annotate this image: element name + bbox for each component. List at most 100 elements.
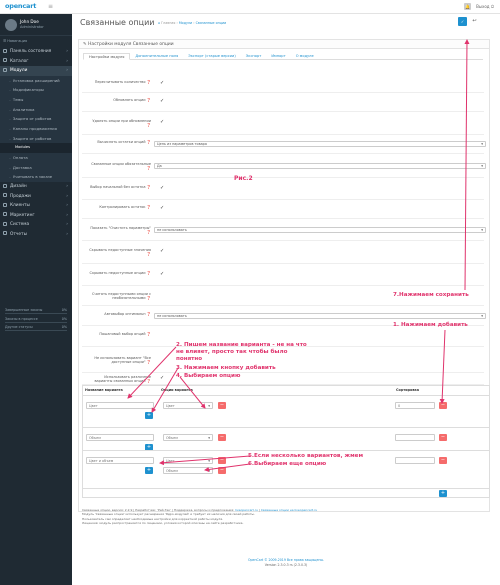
help-icon[interactable]: ❓	[147, 230, 151, 234]
setting-label: Пошаговый выбор опций ❓	[99, 332, 151, 336]
sidebar-item-6[interactable]: Аналитика	[0, 104, 72, 115]
setting-checkbox[interactable]: ✓	[160, 249, 164, 254]
remove-variant-button[interactable]: −	[439, 457, 447, 464]
sidebar-item-label: Учитывать в заказе	[12, 174, 53, 180]
sidebar-item-14[interactable]: Дизайн	[0, 182, 72, 192]
add-option-button[interactable]: +	[145, 467, 153, 474]
sidebar-item-15[interactable]: Продажи	[0, 192, 72, 202]
setting-select[interactable]: Цепь из параметров товара	[154, 141, 486, 147]
sidebar-item-4[interactable]: Модификаторы	[0, 85, 72, 95]
sort-order-input[interactable]	[395, 457, 435, 464]
setting-checkbox[interactable]: ✓	[160, 375, 164, 381]
help-icon[interactable]: ❓	[147, 332, 151, 336]
remove-option-button[interactable]: −	[218, 434, 226, 441]
help-icon[interactable]: ❓	[147, 252, 151, 256]
sort-order-input[interactable]	[395, 434, 435, 441]
help-icon[interactable]: ❓	[147, 98, 151, 102]
sidebar-item-19[interactable]: Отчеты	[0, 230, 72, 240]
help-icon[interactable]: ❓	[147, 185, 151, 189]
help-icon[interactable]: ❓	[147, 379, 151, 383]
sort-order-input[interactable]: 0	[395, 402, 435, 409]
variant-option-select[interactable]: Цвет	[163, 457, 213, 464]
variant-option-select-2[interactable]: Объем	[163, 467, 213, 474]
tab-5[interactable]: О модуле	[291, 53, 319, 59]
sidebar-item-7[interactable]: Защита от роботов	[0, 114, 72, 124]
opencart-logo[interactable]: opencart	[5, 2, 36, 10]
annotation-name: 2. Пишем название варианта - не на что	[176, 342, 307, 348]
remove-variant-button[interactable]: −	[439, 402, 447, 409]
remove-option-button[interactable]: −	[218, 457, 226, 464]
remove-option-button-2[interactable]: −	[218, 467, 226, 474]
breadcrumb-modules[interactable]: Модули	[179, 21, 192, 25]
setting-label: Не использовать вариант "Все доступные о…	[94, 355, 151, 364]
setting-checkbox[interactable]: ✓	[160, 120, 164, 125]
setting-checkbox[interactable]: ✓	[160, 206, 164, 211]
help-icon[interactable]: ❓	[147, 271, 151, 275]
sidebar-item-18[interactable]: Система	[0, 220, 72, 230]
setting-checkbox[interactable]: ✓	[160, 271, 164, 277]
sidebar-item-5[interactable]: Темы	[0, 94, 72, 105]
back-button[interactable]: ↩	[470, 17, 479, 26]
sidebar-item-17[interactable]: Маркетинг	[0, 211, 72, 221]
variant-name-input[interactable]: Объем	[86, 434, 154, 441]
help-icon[interactable]: ❓	[147, 312, 151, 316]
sidebar-item-0[interactable]: Панель состояния	[0, 47, 72, 57]
menu-toggle-icon[interactable]: ≡	[48, 3, 55, 10]
annotation-save: 7.Нажимаем сохранить	[393, 292, 469, 298]
setting-label: Контролировать остаток ❓	[99, 205, 151, 209]
help-icon[interactable]: ❓	[147, 80, 151, 84]
bell-icon[interactable]: 🔔	[464, 3, 472, 10]
figure-label: Рис.2	[234, 175, 253, 182]
sidebar-item-11[interactable]: Оплата	[0, 153, 72, 163]
sidebar-item-16[interactable]: Клиенты	[0, 201, 72, 211]
sidebar-item-3[interactable]: Установка расширений	[0, 75, 72, 86]
sidebar-item-12[interactable]: Доставка	[0, 162, 72, 173]
setting-select[interactable]: не использовать	[154, 226, 486, 233]
setting-row-8: Скрывать недоступные значения ❓ ✓	[82, 241, 484, 264]
user-profile[interactable]: John Doe Administrator	[0, 14, 72, 36]
sidebar-item-label: Каталог	[10, 58, 29, 64]
remove-option-button[interactable]: −	[218, 402, 226, 409]
sidebar-item-2[interactable]: Модули	[0, 66, 72, 76]
help-icon[interactable]: ❓	[147, 205, 151, 209]
setting-row-4: Связанные опции обязательные ❓ Да	[82, 154, 486, 178]
sidebar-item-9[interactable]: Защита от роботов	[0, 133, 72, 144]
sidebar-item-1[interactable]: Каталог	[0, 57, 72, 67]
setting-label: Считать недоступными опции с необязатель…	[92, 291, 151, 300]
sidebar-item-13[interactable]: Учитывать в заказе	[0, 172, 72, 183]
sidebar-item-10[interactable]: Modules	[0, 143, 72, 153]
variant-name-input[interactable]: Цвет и объем	[86, 457, 154, 464]
setting-row-0: Пересчитывать количество ❓ ✓	[82, 76, 484, 93]
tab-1[interactable]: Дополнительные поля	[130, 53, 183, 59]
save-button[interactable]: ✓	[458, 17, 467, 26]
sidebar-item-icon	[3, 67, 7, 72]
setting-label: Пересчитывать количество ❓	[94, 80, 151, 84]
setting-checkbox[interactable]: ✓	[160, 185, 164, 191]
sidebar-item-label: Доставка	[12, 164, 32, 170]
help-icon[interactable]: ❓	[147, 166, 151, 170]
help-icon[interactable]: ❓	[147, 140, 151, 144]
breadcrumb-home-icon[interactable]: ⌂	[158, 21, 160, 25]
help-icon[interactable]: ❓	[147, 360, 151, 364]
tab-3[interactable]: Экспорт	[241, 53, 267, 59]
help-icon[interactable]: ❓	[147, 123, 151, 127]
tab-4[interactable]: Импорт	[266, 53, 290, 59]
breadcrumb-home[interactable]: Главная	[161, 21, 175, 25]
help-icon[interactable]: ❓	[147, 296, 151, 300]
add-variant-button[interactable]: +	[439, 490, 447, 497]
variant-option-select[interactable]: Объем	[163, 434, 213, 441]
setting-select[interactable]: Да	[154, 162, 486, 169]
module-site-link[interactable]: Связанные опции на liveopencart.ru	[261, 508, 317, 512]
tab-0[interactable]: Настройки модуля	[83, 53, 131, 60]
logout-link[interactable]: Выход ⏻	[476, 4, 494, 9]
breadcrumb-current[interactable]: Связанные опции	[196, 21, 227, 25]
setting-checkbox[interactable]: ✓	[160, 99, 164, 104]
setting-select[interactable]: не использовать	[154, 312, 486, 319]
variant-option-select[interactable]: Цвет	[163, 402, 213, 409]
setting-checkbox[interactable]: ✓	[160, 81, 164, 86]
add-option-button[interactable]: +	[145, 412, 153, 419]
tab-2[interactable]: Экспорт (старые версии)	[183, 53, 241, 59]
variant-name-input[interactable]: Цвет	[86, 402, 154, 409]
sidebar-item-8[interactable]: Каналы продвижения	[0, 123, 72, 134]
remove-variant-button[interactable]: −	[439, 434, 447, 441]
